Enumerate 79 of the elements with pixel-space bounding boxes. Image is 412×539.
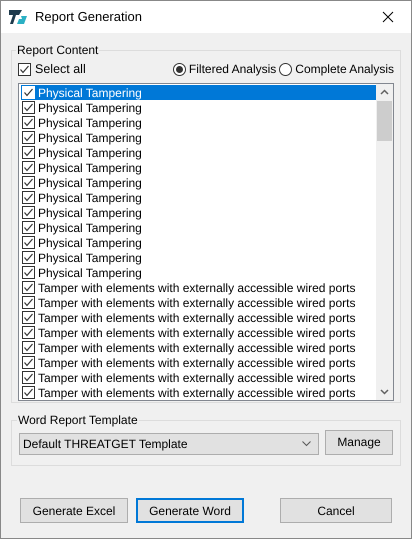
list-item[interactable]: Tamper with elements with externally accessible wired ports [21,355,376,370]
list-item[interactable]: Physical Tampering [21,205,376,220]
item-label: Tamper with elements with externally accessible wired ports [38,280,356,296]
checkbox[interactable] [22,206,35,219]
list-item[interactable]: Physical Tampering [21,100,376,115]
checkbox[interactable] [22,356,35,369]
item-label: Physical Tampering [38,130,142,146]
list-item[interactable]: Tamper with elements with externally accessible wired ports [21,310,376,325]
close-icon [382,11,394,23]
checkbox[interactable] [22,371,35,384]
group-label: Word Report Template [17,412,139,429]
list-item[interactable]: Physical Tampering [21,175,376,190]
list-item[interactable]: Physical Tampering [21,130,376,145]
item-label: Physical Tampering [38,264,142,282]
checkbox[interactable] [22,146,35,159]
list-item[interactable]: Tamper with elements with externally accessible wired ports [21,295,376,310]
item-label: Physical Tampering [38,174,142,192]
checkbox[interactable] [22,101,35,114]
list-item[interactable]: Physical Tampering [21,220,376,235]
list-item[interactable]: Tamper with elements with externally accessible wired ports [21,370,376,385]
checkbox[interactable] [22,131,35,144]
list-item[interactable]: Tamper with elements with externally accessible wired ports [21,280,376,295]
checkbox[interactable] [22,191,35,204]
item-label: Physical Tampering [38,84,142,102]
item-label: Physical Tampering [38,220,142,236]
checkbox[interactable] [22,326,35,339]
checkbox[interactable] [22,236,35,249]
list-item[interactable]: Physical Tampering [21,145,376,160]
list-item[interactable]: Physical Tampering [21,265,376,280]
item-label: Physical Tampering [38,114,142,132]
checkbox[interactable] [22,221,35,234]
list-item[interactable]: Physical Tampering [21,85,376,100]
checkbox[interactable] [22,161,35,174]
radio-label[interactable]: Filtered Analysis [188,60,276,78]
list-item[interactable]: Tamper with elements with externally accessible wired ports [21,340,376,355]
dialog-button[interactable]: Generate Excel [20,498,128,523]
dialog-button[interactable]: Cancel [280,498,392,523]
radio-button[interactable] [279,62,292,76]
item-label: Tamper with elements with externally accessible wired ports [38,354,356,372]
checkbox[interactable] [22,296,35,309]
radio-label[interactable]: Complete Analysis [295,60,394,78]
item-label: Tamper with elements with externally accessible wired ports [38,310,356,326]
item-label: Tamper with elements with externally accessible wired ports [38,370,356,386]
item-label: Tamper with elements with externally accessible wired ports [38,294,356,312]
item-label: Physical Tampering [38,160,142,176]
dialog-button[interactable]: Generate Word [136,498,244,523]
item-label: Physical Tampering [38,190,142,206]
item-label: Physical Tampering [38,234,142,252]
checkbox-label[interactable]: Select all [35,60,86,78]
window-title: Report Generation [35,8,142,26]
item-label: Physical Tampering [38,144,142,162]
checkbox[interactable] [22,341,35,354]
checkbox[interactable] [22,176,35,189]
list-item[interactable]: Physical Tampering [21,160,376,175]
checkbox[interactable] [22,116,35,129]
checkbox[interactable] [18,62,31,76]
checkbox[interactable] [22,266,35,279]
group-label: Report Content [16,42,100,59]
checkbox[interactable] [22,386,35,399]
chevron-down-icon [302,441,311,447]
scrollbar[interactable] [376,84,393,400]
list-item[interactable]: Physical Tampering [21,190,376,205]
list-item[interactable]: Physical Tampering [21,250,376,265]
checkbox[interactable] [22,251,35,264]
list-item[interactable]: Tamper with elements with externally accessible wired ports [21,325,376,340]
item-label: Physical Tampering [38,204,142,222]
manage-button[interactable]: Manage [325,430,393,454]
checkbox[interactable] [22,311,35,324]
list-item[interactable]: Physical Tampering [21,115,376,130]
item-label: Tamper with elements with externally accessible wired ports [38,340,356,356]
scroll-thumb[interactable] [377,101,392,141]
radio-button[interactable] [172,62,186,76]
list-item[interactable]: Physical Tampering [21,235,376,250]
checkbox[interactable] [22,281,35,294]
item-label: Physical Tampering [38,100,142,116]
app-logo-icon [9,9,27,25]
item-label: Physical Tampering [38,250,142,266]
item-label: Tamper with elements with externally accessible wired ports [38,324,356,342]
template-dropdown[interactable]: Default THREATGET Template [19,433,319,455]
